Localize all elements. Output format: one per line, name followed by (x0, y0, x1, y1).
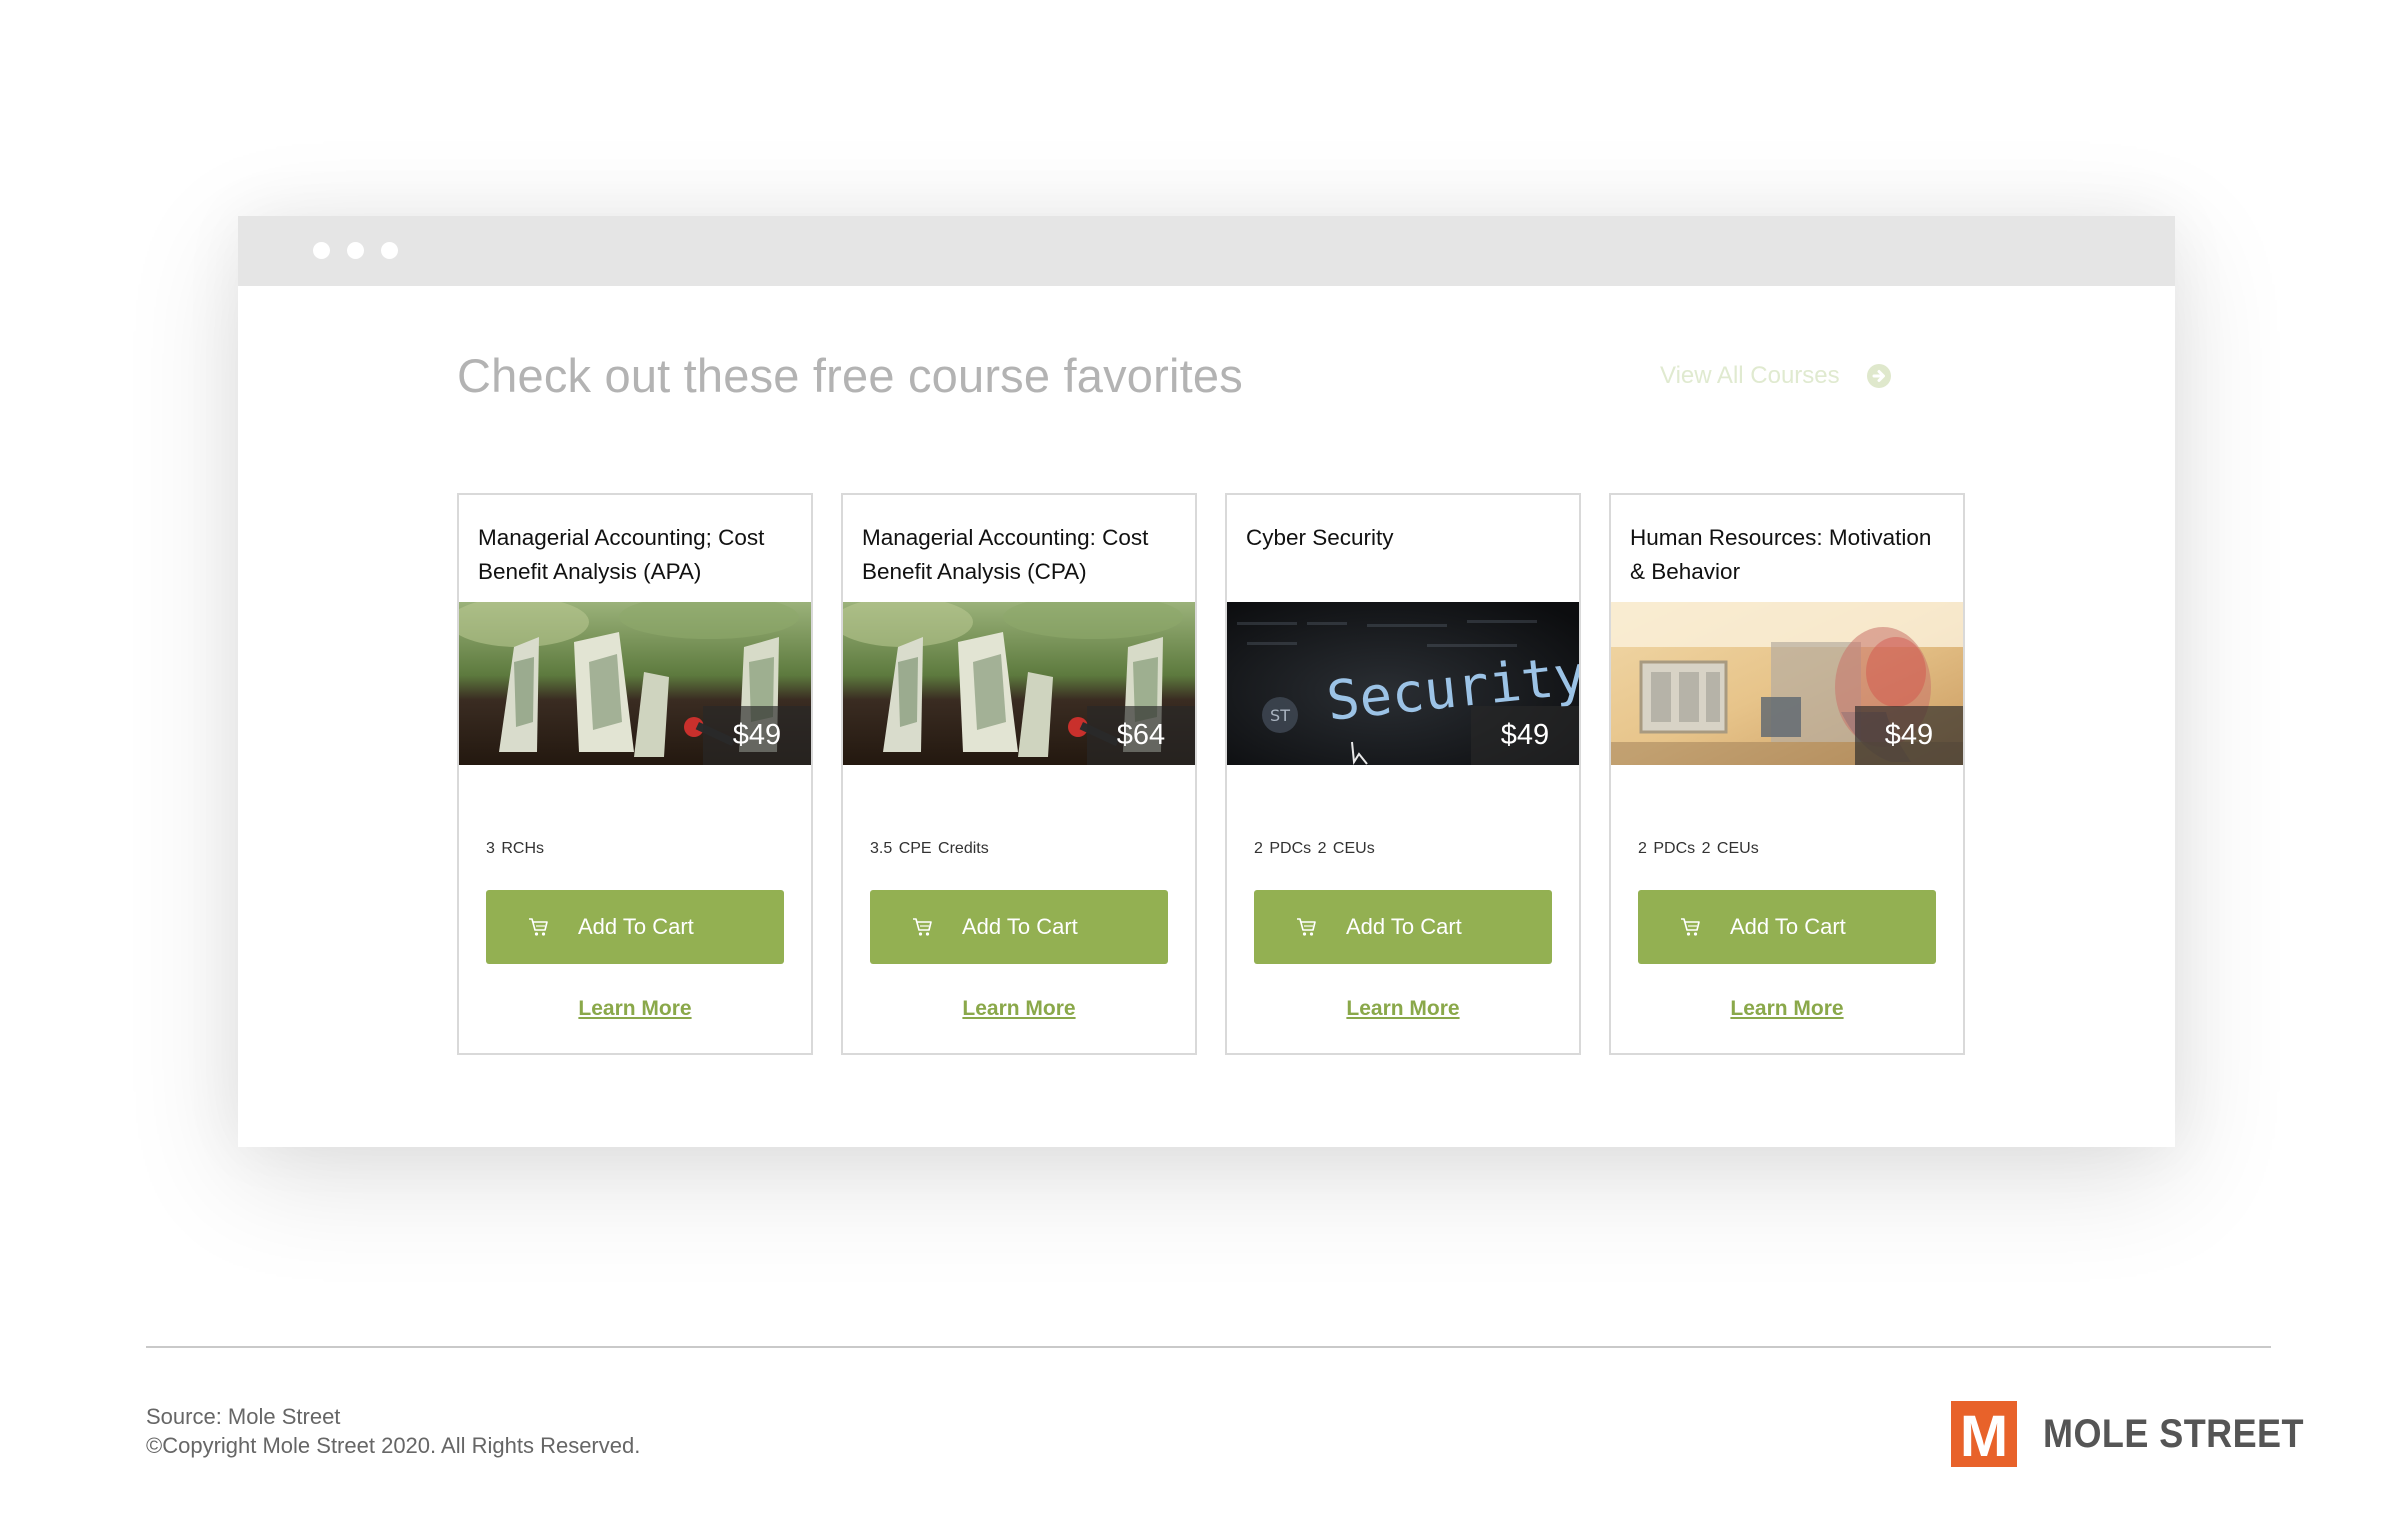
browser-title-bar (238, 216, 2175, 286)
course-image-money-plant[interactable]: $49 (459, 602, 811, 765)
shopping-cart-icon (1681, 918, 1700, 936)
course-card: Cyber Security ST Security $49 2 PDCs 2 … (1225, 493, 1581, 1055)
logo-wordmark: MOLE STREET (2043, 1411, 2304, 1456)
credits-label: 3.5 CPE Credits (870, 840, 989, 857)
add-to-cart-button[interactable]: Add To Cart (1638, 890, 1936, 964)
add-to-cart-label: Add To Cart (1346, 914, 1462, 939)
course-image-office-head[interactable]: $49 (1611, 602, 1963, 765)
add-to-cart-label: Add To Cart (1730, 914, 1846, 939)
view-all-label: View All Courses (1660, 362, 1840, 389)
price-badge: $49 (1471, 706, 1579, 765)
svg-text:ST: ST (1270, 706, 1290, 725)
window-dot (347, 242, 364, 259)
browser-window: Check out these free course favorites Vi… (238, 216, 2175, 1147)
credits-label: 2 PDCs 2 CEUs (1254, 840, 1375, 857)
add-to-cart-label: Add To Cart (578, 914, 694, 939)
course-card: Managerial Accounting: Cost Benefit Anal… (841, 493, 1197, 1055)
shopping-cart-icon (529, 918, 548, 936)
logo-letter: M (1960, 1404, 2008, 1467)
footer-source: Source: Mole Street ©Copyright Mole Stre… (146, 1402, 640, 1460)
add-to-cart-label: Add To Cart (962, 914, 1078, 939)
course-title: Cyber Security (1246, 525, 1394, 550)
window-dot (313, 242, 330, 259)
arrow-circle-right-icon (1866, 364, 1891, 388)
mole-street-logo-icon: M (1951, 1401, 2017, 1467)
price-badge: $64 (1087, 706, 1195, 765)
learn-more-link[interactable]: Learn More (843, 997, 1195, 1021)
shopping-cart-icon (913, 918, 932, 936)
course-image-security-screen[interactable]: ST Security $49 (1227, 602, 1579, 765)
add-to-cart-button[interactable]: Add To Cart (1254, 890, 1552, 964)
learn-more-link[interactable]: Learn More (1227, 997, 1579, 1021)
course-title: Managerial Accounting: Cost Benefit Anal… (862, 525, 1149, 584)
mole-street-logo: M MOLE STREET (1951, 1401, 2333, 1467)
section-heading: Check out these free course favorites (457, 349, 1243, 402)
credits-label: 3 RCHs (486, 840, 545, 857)
view-all-courses-link[interactable]: View All Courses (1660, 362, 1892, 390)
copyright-line: ©Copyright Mole Street 2020. All Rights … (146, 1433, 641, 1458)
course-title: Human Resources: Motivation & Behavior (1630, 525, 1932, 584)
course-card: Human Resources: Motivation & Behavior $… (1609, 493, 1965, 1055)
price-badge: $49 (703, 706, 811, 765)
course-title: Managerial Accounting; Cost Benefit Anal… (478, 525, 765, 584)
course-card-list: Managerial Accounting; Cost Benefit Anal… (457, 493, 1965, 1055)
learn-more-link[interactable]: Learn More (1611, 997, 1963, 1021)
learn-more-link[interactable]: Learn More (459, 997, 811, 1021)
credits-label: 2 PDCs 2 CEUs (1638, 840, 1759, 857)
course-image-money-plant[interactable]: $64 (843, 602, 1195, 765)
add-to-cart-button[interactable]: Add To Cart (486, 890, 784, 964)
price-badge: $49 (1855, 706, 1963, 765)
shopping-cart-icon (1297, 918, 1316, 936)
window-dot (381, 242, 398, 259)
course-card: Managerial Accounting; Cost Benefit Anal… (457, 493, 813, 1055)
source-line: Source: Mole Street (146, 1404, 341, 1429)
footer-divider (146, 1346, 2271, 1348)
add-to-cart-button[interactable]: Add To Cart (870, 890, 1168, 964)
